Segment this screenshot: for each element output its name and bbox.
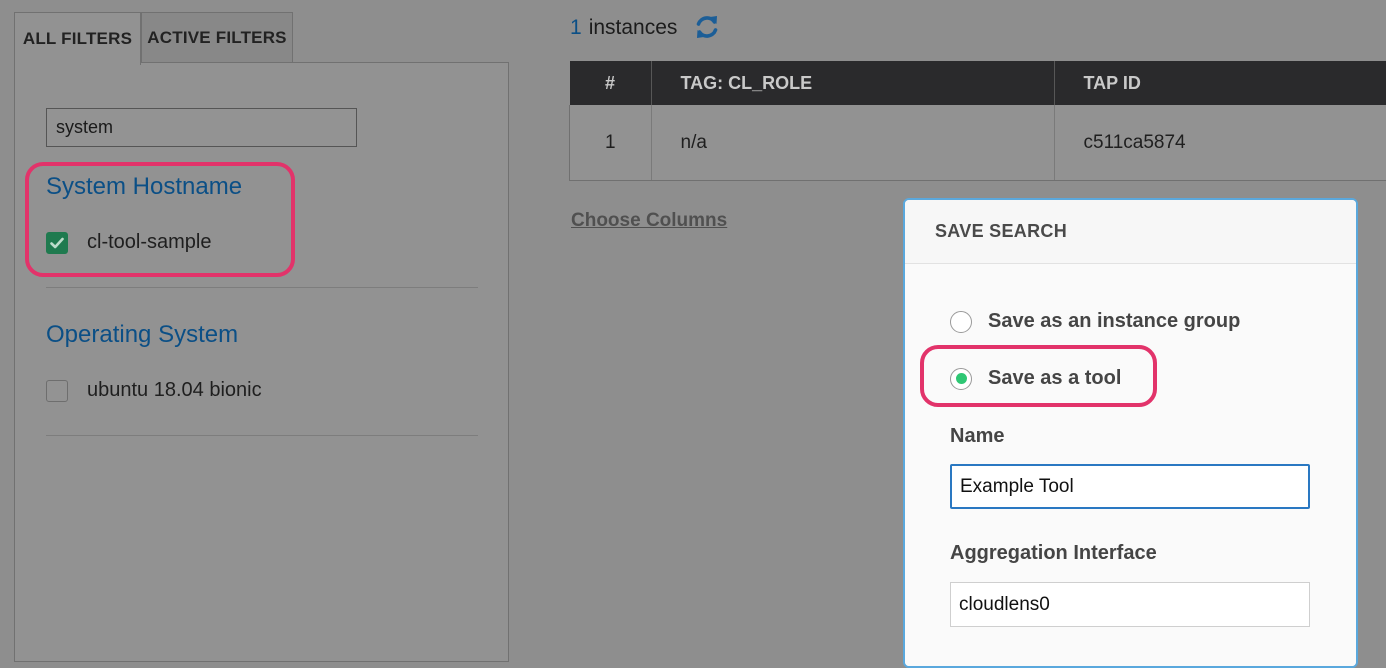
filter-option-cl-tool-sample[interactable]: cl-tool-sample (46, 231, 211, 254)
column-header-number[interactable]: # (570, 61, 652, 105)
radio-unselected-icon[interactable] (950, 311, 972, 333)
instances-count-label: instances (589, 16, 678, 40)
aggregation-interface-label: Aggregation Interface (950, 542, 1157, 565)
filter-group-title-system-hostname: System Hostname (46, 173, 242, 201)
choose-columns-link[interactable]: Choose Columns (571, 210, 727, 232)
radio-save-as-instance-group[interactable]: Save as an instance group (950, 310, 1240, 333)
instances-table: # TAG: CL_ROLE TAP ID 1 n/a c511ca5874 (569, 61, 1386, 181)
name-label: Name (950, 425, 1004, 448)
checkbox-unchecked-icon[interactable] (46, 380, 68, 402)
filter-search-input[interactable] (46, 108, 357, 147)
table-cell: 1 (570, 105, 652, 181)
radio-label: Save as an instance group (988, 310, 1240, 333)
instances-count: 1 instances (570, 16, 677, 40)
filter-option-ubuntu[interactable]: ubuntu 18.04 bionic (46, 379, 262, 402)
radio-save-as-tool[interactable]: Save as a tool (950, 367, 1121, 390)
refresh-icon[interactable] (694, 13, 720, 41)
column-header-tap-id[interactable]: TAP ID (1054, 61, 1386, 105)
name-input[interactable] (950, 464, 1310, 509)
table-cell: n/a (651, 105, 1054, 181)
filter-group-title-operating-system: Operating System (46, 321, 238, 349)
filters-panel (14, 62, 509, 662)
column-header-tag-cl-role[interactable]: TAG: CL_ROLE (651, 61, 1054, 105)
tab-active-filters[interactable]: ACTIVE FILTERS (141, 12, 293, 63)
table-header-row: # TAG: CL_ROLE TAP ID (570, 61, 1386, 105)
divider (46, 287, 478, 288)
radio-label: Save as a tool (988, 367, 1121, 390)
save-search-dialog: SAVE SEARCH Save as an instance group Sa… (903, 198, 1358, 668)
tab-all-filters[interactable]: ALL FILTERS (14, 12, 141, 65)
filter-option-label: ubuntu 18.04 bionic (87, 379, 262, 402)
aggregation-interface-input[interactable] (950, 582, 1310, 627)
dialog-title: SAVE SEARCH (905, 200, 1356, 264)
radio-selected-icon[interactable] (950, 368, 972, 390)
instances-count-number: 1 (570, 16, 582, 40)
filter-option-label: cl-tool-sample (87, 231, 211, 254)
table-row[interactable]: 1 n/a c511ca5874 (570, 105, 1386, 181)
divider (46, 435, 478, 436)
checkbox-checked-icon[interactable] (46, 232, 68, 254)
dialog-body: Save as an instance group Save as a tool… (905, 264, 1356, 668)
table-cell: c511ca5874 (1054, 105, 1386, 181)
